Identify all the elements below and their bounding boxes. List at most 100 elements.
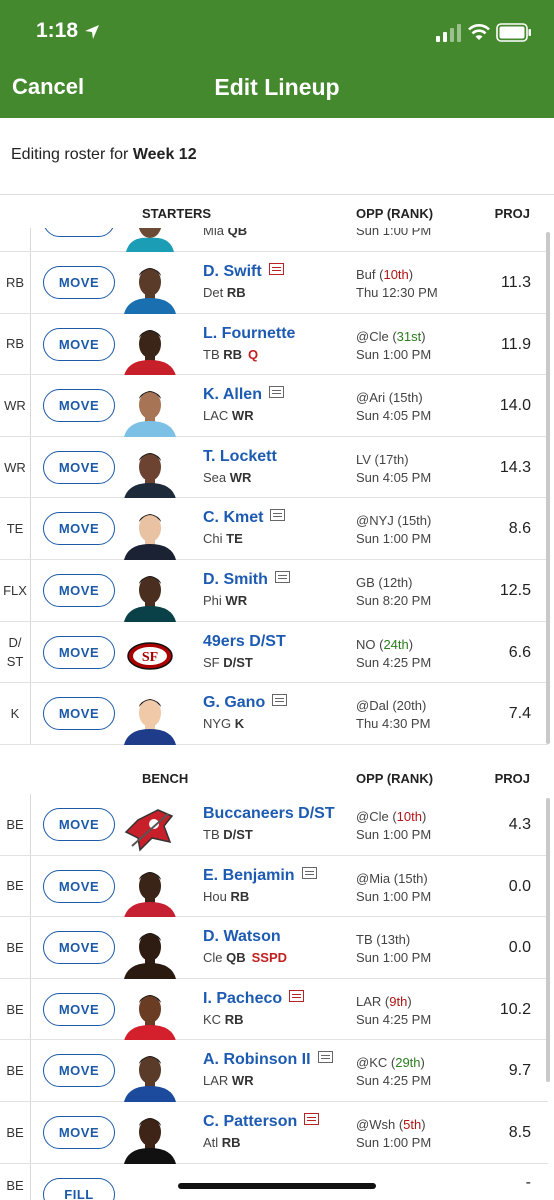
- news-icon[interactable]: [268, 263, 284, 275]
- player-headshot-icon: [124, 576, 176, 622]
- opponent: @Wsh (5th): [356, 1117, 426, 1132]
- news-icon[interactable]: [304, 1113, 320, 1125]
- player-name-link[interactable]: 49ers D/ST: [203, 633, 286, 650]
- game-time: Sun 4:05 PM: [356, 469, 432, 485]
- lineup-slot: BE: [0, 1102, 31, 1163]
- player-name-link[interactable]: D. Swift: [203, 263, 262, 280]
- svg-text:SF: SF: [142, 650, 158, 665]
- player-name-link[interactable]: G. Gano: [203, 694, 265, 711]
- roster-row: BE MOVE I. Pacheco KC RB LAR (9th) Sun 4:25 P…: [0, 978, 548, 1041]
- move-button[interactable]: MOVE: [43, 635, 115, 669]
- news-icon[interactable]: [268, 386, 284, 399]
- move-button[interactable]: MOVE: [43, 869, 115, 903]
- move-button[interactable]: MOVE: [43, 992, 115, 1026]
- bench-scrollbar[interactable]: [546, 798, 550, 1082]
- opponent: @NYJ (15th): [356, 513, 432, 529]
- move-button[interactable]: MOVE: [43, 931, 115, 965]
- news-icon[interactable]: [301, 866, 317, 879]
- player-name-link[interactable]: L. Fournette: [203, 325, 295, 342]
- starters-list: Mia QB Sun 1:00 PM RB MOVE D. Swift Det RB B…: [0, 228, 548, 746]
- move-button[interactable]: MOVE: [43, 266, 115, 299]
- opponent: GB (12th): [356, 575, 413, 590]
- player-name-link[interactable]: Buccaneers D/ST: [203, 805, 335, 822]
- opponent-team: @Ari: [356, 390, 386, 406]
- move-button[interactable]: MOVE: [43, 1054, 115, 1088]
- player-headshot-icon: [124, 391, 176, 438]
- move-button[interactable]: MOVE: [43, 808, 115, 841]
- player-headshot-icon: [124, 699, 176, 746]
- projected-points: 9.7: [508, 1062, 531, 1080]
- player-headshot-icon: [124, 452, 176, 499]
- move-button[interactable]: MOVE: [43, 697, 115, 731]
- fill-button[interactable]: FILL: [43, 1177, 115, 1200]
- opponent: LV (17th): [356, 451, 409, 467]
- home-indicator[interactable]: [178, 1183, 376, 1189]
- news-icon[interactable]: [317, 1051, 333, 1064]
- player-position: WR: [231, 1073, 254, 1089]
- partial-team: Mia: [203, 228, 224, 238]
- player-name-link[interactable]: A. Robinson II: [203, 1051, 311, 1068]
- move-button[interactable]: [43, 228, 115, 237]
- projected-points: 0.0: [508, 939, 531, 957]
- projected-points: 10.2: [499, 1000, 531, 1018]
- opponent-team: @Cle: [356, 328, 389, 344]
- buccaneers-logo-icon: [124, 809, 174, 852]
- move-button[interactable]: MOVE: [43, 1116, 115, 1149]
- roster-row: BE MOVE E. Benjamin Hou RB @Mia (15th) Sun 1:…: [0, 855, 548, 918]
- player-name-link[interactable]: C. Kmet: [203, 509, 263, 526]
- move-button[interactable]: MOVE: [43, 389, 115, 423]
- roster-row: RB MOVE L. Fournette TB RB Q @Cle (31st) Sun 1…: [0, 313, 548, 376]
- starters-header: STARTERS OPP (RANK) PROJ: [0, 194, 554, 228]
- battery-icon: [496, 23, 531, 42]
- player-name-link[interactable]: E. Benjamin: [203, 867, 295, 884]
- move-button[interactable]: MOVE: [43, 327, 115, 361]
- lineup-slot: D/ ST: [0, 621, 31, 683]
- move-button[interactable]: MOVE: [43, 450, 115, 484]
- move-button[interactable]: MOVE: [43, 512, 115, 546]
- bench-label: BENCH: [142, 771, 189, 786]
- opponent: @Dal (20th): [356, 698, 427, 714]
- player-headshot-icon: [124, 329, 176, 376]
- lineup-slot: RB: [0, 252, 31, 313]
- lineup-slot: BE: [0, 1040, 31, 1101]
- opponent-team: LV: [356, 451, 371, 467]
- player-position: D/ST: [223, 654, 253, 670]
- player-headshot-icon: [124, 1056, 176, 1103]
- slot-label: RB: [5, 336, 25, 352]
- opponent-rank: 17th: [378, 451, 405, 467]
- lineup-slot: WR: [0, 375, 31, 436]
- player-name-link[interactable]: T. Lockett: [203, 448, 277, 465]
- opponent-rank: 5th: [403, 1117, 422, 1132]
- player-name-link[interactable]: I. Pacheco: [203, 990, 282, 1007]
- game-time: Sun 1:00 PM: [356, 531, 432, 547]
- projected-points: 6.6: [508, 643, 531, 661]
- player-position: WR: [225, 593, 248, 608]
- player-name-link[interactable]: K. Allen: [203, 386, 262, 403]
- player-team: LAC: [203, 408, 229, 424]
- opponent-rank: 31st: [396, 328, 422, 344]
- player-position: K: [234, 716, 245, 732]
- projected-points-placeholder: -: [525, 1173, 531, 1191]
- cellular-signal-icon: [436, 24, 461, 42]
- player-name-link[interactable]: D. Smith: [203, 571, 268, 588]
- news-icon[interactable]: [289, 989, 305, 1002]
- opponent: @Cle (31st): [356, 328, 426, 344]
- slot-label: D/ ST: [6, 634, 24, 669]
- opponent: Buf (10th): [356, 267, 414, 282]
- player-name-link[interactable]: D. Watson: [203, 928, 281, 945]
- player-headshot-icon: [124, 871, 176, 918]
- news-icon[interactable]: [270, 509, 286, 522]
- opponent-team: @NYJ: [356, 513, 394, 529]
- roster-row: BE MOVE C. Patterson Atl RB @Wsh (5th) Sun 1:…: [0, 1102, 548, 1164]
- player-name-link[interactable]: C. Patterson: [203, 1113, 297, 1130]
- news-icon[interactable]: [274, 571, 290, 583]
- projected-points: 0.0: [508, 877, 531, 895]
- starters-scrollbar[interactable]: [546, 232, 550, 744]
- slot-label: BE: [6, 1063, 24, 1079]
- opponent: LAR (9th): [356, 993, 412, 1009]
- news-icon[interactable]: [272, 694, 288, 707]
- move-button[interactable]: MOVE: [43, 574, 115, 607]
- opponent-team: @Dal: [356, 698, 389, 714]
- empty-slot-row: BEFILL--: [0, 1163, 548, 1200]
- bench-list: BE MOVE Buccaneers D/ST TB D/ST @Cle (10th) S…: [0, 794, 548, 1200]
